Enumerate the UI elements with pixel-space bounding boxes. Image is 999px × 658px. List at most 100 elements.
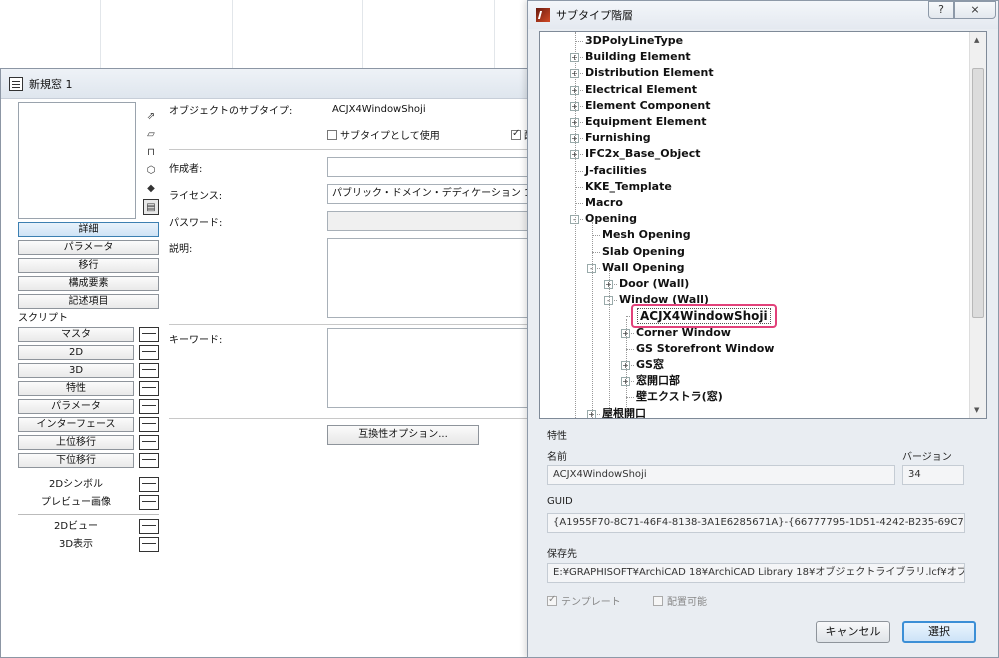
password-label: パスワード: <box>169 218 223 229</box>
subtype-tree[interactable]: 3DPolyLineType + Building Element + Distribu… <box>539 31 987 419</box>
open-window-icon[interactable] <box>139 381 159 396</box>
scroll-down-arrow-icon[interactable]: ▼ <box>974 406 979 414</box>
tree-connector <box>626 348 634 350</box>
nav-components-button[interactable]: 構成要素 <box>18 276 159 291</box>
plan-icon[interactable]: ▱ <box>143 127 159 143</box>
divider <box>169 324 561 325</box>
tree-node[interactable]: Slab Opening <box>602 245 685 259</box>
tree-node[interactable]: GS窓 <box>636 358 664 372</box>
tree-node[interactable]: Equipment Element <box>585 115 706 129</box>
placeable-label: 配置可能 <box>667 597 707 608</box>
help-button[interactable]: ? <box>928 1 954 19</box>
subtype-label: オブジェクトのサブタイプ: <box>169 106 293 117</box>
row-2d-view: 2Dビュー <box>18 519 159 534</box>
nav-migration-button[interactable]: 移行 <box>18 258 159 273</box>
2d-symbol-label[interactable]: 2Dシンボル <box>18 477 134 492</box>
script-parameters-button[interactable]: パラメータ <box>18 399 134 414</box>
scroll-up-arrow-icon[interactable]: ▲ <box>974 36 979 44</box>
open-window-icon[interactable] <box>139 435 159 450</box>
row-2d-symbol: 2Dシンボル <box>18 477 159 492</box>
use-as-subtype-checkbox[interactable]: サブタイプとして使用 <box>327 127 440 142</box>
name-label: 名前 <box>547 452 567 463</box>
template-checkbox[interactable]: テンプレート <box>547 593 621 608</box>
version-field[interactable]: 34 <box>902 465 964 485</box>
tree-node[interactable]: IFC2x_Base_Object <box>585 147 700 161</box>
list-icon[interactable]: ▤ <box>143 199 159 215</box>
section-icon[interactable]: ⊓ <box>143 145 159 161</box>
3d-view-label[interactable]: 3D表示 <box>18 537 134 552</box>
document-icon <box>9 76 23 91</box>
tree-node[interactable]: Furnishing <box>585 131 651 145</box>
script-3d-button[interactable]: 3D <box>18 363 134 378</box>
tree-node[interactable]: J-facilities <box>585 164 647 178</box>
open-window-icon[interactable] <box>139 417 159 432</box>
tree-node[interactable]: 窓開口部 <box>636 374 680 388</box>
script-properties-button[interactable]: 特性 <box>18 381 134 396</box>
script-master-button[interactable]: マスタ <box>18 327 134 342</box>
open-window-icon[interactable] <box>139 477 159 492</box>
tree-guide <box>626 319 627 418</box>
script-row-backward-migration: 下位移行 <box>18 453 159 468</box>
script-row-interface: インターフェース <box>18 417 159 432</box>
tree-node[interactable]: Mesh Opening <box>602 228 691 242</box>
pointer-icon[interactable]: ⇗ <box>143 109 159 125</box>
tree-node[interactable]: Macro <box>585 196 623 210</box>
script-forward-migration-button[interactable]: 上位移行 <box>18 435 134 450</box>
open-window-icon[interactable] <box>139 495 159 510</box>
close-button[interactable]: ⨯ <box>954 1 996 19</box>
divider <box>169 149 561 150</box>
tree-node[interactable]: Corner Window <box>636 326 731 340</box>
tree-vertical-scrollbar[interactable]: ▲ ▼ <box>969 32 986 418</box>
render-icon[interactable]: ◆ <box>143 181 159 197</box>
preview-image-label[interactable]: プレビュー画像 <box>18 495 134 510</box>
script-2d-button[interactable]: 2D <box>18 345 134 360</box>
tree-connector <box>575 186 583 188</box>
script-interface-button[interactable]: インターフェース <box>18 417 134 432</box>
placeable-check-box[interactable] <box>511 128 521 140</box>
template-check-box[interactable] <box>547 594 557 606</box>
properties-label: 特性 <box>547 431 567 442</box>
tree-node[interactable]: 壁エクストラ(窓) <box>636 390 723 404</box>
tree-connector <box>626 397 634 399</box>
name-field[interactable]: ACJX4WindowShoji <box>547 465 895 485</box>
tree-node[interactable]: 3DPolyLineType <box>585 34 683 48</box>
script-row-properties: 特性 <box>18 381 159 396</box>
open-window-icon[interactable] <box>139 537 159 552</box>
nav-details-button[interactable]: 詳細 <box>18 222 159 237</box>
script-row-3d: 3D <box>18 363 159 378</box>
open-window-icon[interactable] <box>139 345 159 360</box>
open-window-icon[interactable] <box>139 363 159 378</box>
placeable-check-box[interactable] <box>653 596 663 606</box>
tree-node[interactable]: Wall Opening <box>602 261 685 275</box>
2d-view-label[interactable]: 2Dビュー <box>18 519 134 534</box>
open-window-icon[interactable] <box>139 519 159 534</box>
scrollbar-thumb[interactable] <box>972 68 984 318</box>
tree-node[interactable]: Electrical Element <box>585 83 697 97</box>
guid-label: GUID <box>547 496 573 507</box>
use-as-subtype-box[interactable] <box>327 130 337 140</box>
location-field[interactable]: E:¥GRAPHISOFT¥ArchiCAD 18¥ArchiCAD Libra… <box>547 563 965 583</box>
tree-node[interactable]: Building Element <box>585 50 691 64</box>
tree-node[interactable]: KKE_Template <box>585 180 672 194</box>
nav-descriptors-button[interactable]: 記述項目 <box>18 294 159 309</box>
open-window-icon[interactable] <box>139 327 159 342</box>
tree-connector <box>575 41 583 42</box>
3d-icon[interactable]: ⬡ <box>143 163 159 179</box>
compatibility-options-button[interactable]: 互換性オプション... <box>327 425 479 445</box>
preview-mode-icons: ⇗ ▱ ⊓ ⬡ ◆ ▤ <box>143 109 159 217</box>
cancel-button[interactable]: キャンセル <box>816 621 890 643</box>
object-window-titlebar[interactable]: 新規窓 1 <box>1 69 559 99</box>
guid-field[interactable]: {A1955F70-8C71-46F4-8138-3A1E6285671A}-{… <box>547 513 965 533</box>
open-window-icon[interactable] <box>139 453 159 468</box>
nav-parameters-button[interactable]: パラメータ <box>18 240 159 255</box>
script-backward-migration-button[interactable]: 下位移行 <box>18 453 134 468</box>
tree-connector <box>575 170 583 172</box>
placeable-checkbox[interactable]: 配置可能 <box>653 593 707 608</box>
tree-node[interactable]: GS Storefront Window <box>636 342 774 356</box>
select-button[interactable]: 選択 <box>902 621 976 643</box>
tree-node[interactable]: Distribution Element <box>585 66 714 80</box>
tree-node[interactable]: Element Component <box>585 99 711 113</box>
open-window-icon[interactable] <box>139 399 159 414</box>
tree-node[interactable]: Door (Wall) <box>619 277 689 291</box>
script-section-label: スクリプト <box>18 313 68 324</box>
